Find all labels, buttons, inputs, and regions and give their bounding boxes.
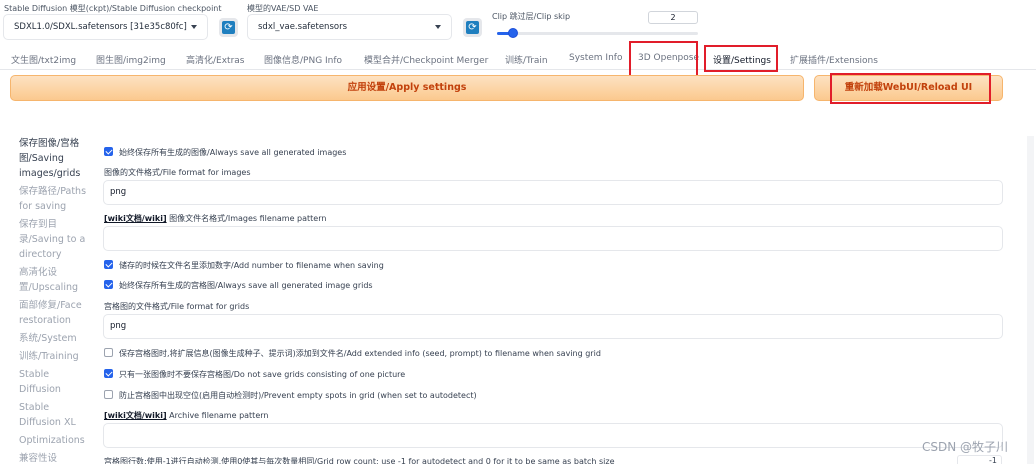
- clip-skip-input[interactable]: 2: [648, 11, 698, 24]
- setting-save-all[interactable]: 始终保存所有生成的图像/Always save all generated im…: [104, 147, 346, 158]
- highlight-box-settings: [704, 45, 778, 72]
- setting-prevent-empty[interactable]: 防止宫格图中出现空位(启用自动检测时)/Prevent empty spots …: [104, 390, 477, 401]
- tab-system-info[interactable]: System Info: [569, 53, 622, 63]
- clip-skip-slider-knob[interactable]: [508, 28, 519, 38]
- refresh-checkpoint-button[interactable]: ⟳: [219, 18, 238, 37]
- checkpoint-value: SDXL1.0/SDXL.safetensors [31e35c80fc]: [14, 22, 187, 32]
- watermark: CSDN @牧子川: [922, 440, 1009, 454]
- refresh-icon: ⟳: [466, 21, 479, 34]
- nav-item-system[interactable]: 系统/System: [19, 331, 91, 346]
- filename-pattern-label: [wiki文档/wiki] 图像文件名格式/Images filename pa…: [104, 214, 327, 223]
- archive-pattern-label: [wiki文档/wiki] Archive filename pattern: [104, 411, 269, 420]
- wiki-link[interactable]: [wiki文档/wiki]: [104, 411, 167, 420]
- chevron-down-icon: [191, 25, 197, 29]
- grid-format-label: 宫格图的文件格式/File format for grids: [104, 302, 250, 311]
- refresh-vae-button[interactable]: ⟳: [463, 18, 482, 37]
- vae-value: sdxl_vae.safetensors: [258, 22, 347, 32]
- setting-extended-info[interactable]: 保存宫格图时,将扩展信息(图像生成种子、提示词)添加到文件名/Add exten…: [104, 348, 601, 359]
- tab-extras[interactable]: 高清化/Extras: [186, 53, 244, 66]
- checkpoint-label: Stable Diffusion 模型(ckpt)/Stable Diffusi…: [4, 4, 222, 13]
- tab-png-info[interactable]: 图像信息/PNG Info: [264, 53, 342, 66]
- setting-add-number[interactable]: 储存的时候在文件名里添加数字/Add number to filename wh…: [104, 260, 384, 271]
- vae-label: 模型的VAE/SD VAE: [247, 4, 319, 13]
- nav-item-stable-diffusion[interactable]: Stable Diffusion: [19, 367, 91, 397]
- clip-skip-label: Clip 跳过层/Clip skip: [492, 12, 571, 21]
- checkbox-unchecked[interactable]: [104, 390, 113, 399]
- file-format-label: 图像的文件格式/File format for images: [104, 168, 251, 177]
- checkbox-checked[interactable]: [104, 280, 113, 289]
- nav-item-saving-directory[interactable]: 保存到目录/Saving to a directory: [19, 217, 91, 262]
- tab-extensions[interactable]: 扩展插件/Extensions: [790, 53, 878, 66]
- chevron-down-icon: [435, 25, 441, 29]
- refresh-icon: ⟳: [222, 21, 235, 34]
- grid-format-input[interactable]: png: [103, 314, 1003, 339]
- scrollbar[interactable]: [1027, 136, 1034, 464]
- nav-item-optimizations[interactable]: Optimizations: [19, 433, 91, 448]
- nav-item-sdxl[interactable]: Stable Diffusion XL: [19, 400, 91, 430]
- nav-item-face-restoration[interactable]: 面部修复/Face restoration: [19, 298, 91, 328]
- archive-pattern-input[interactable]: [103, 423, 1003, 448]
- checkbox-checked[interactable]: [104, 260, 113, 269]
- wiki-link[interactable]: [wiki文档/wiki]: [104, 214, 167, 223]
- checkbox-unchecked[interactable]: [104, 348, 113, 357]
- file-format-input[interactable]: png: [103, 180, 1003, 205]
- tab-checkpoint-merger[interactable]: 模型合并/Checkpoint Merger: [364, 53, 488, 66]
- setting-no-single-grid[interactable]: 只有一张图像时不要保存宫格图/Do not save grids consist…: [104, 369, 405, 380]
- tab-train[interactable]: 训练/Train: [505, 53, 548, 66]
- clip-skip-slider[interactable]: [497, 32, 698, 35]
- apply-settings-button[interactable]: 应用设置/Apply settings: [10, 75, 804, 101]
- filename-pattern-input[interactable]: [103, 226, 1003, 251]
- tab-bar: 文生图/txt2img 图生图/img2img 高清化/Extras 图像信息/…: [0, 50, 1036, 70]
- checkbox-checked[interactable]: [104, 369, 113, 378]
- checkbox-checked[interactable]: [104, 147, 113, 156]
- nav-item-training[interactable]: 训练/Training: [19, 349, 91, 364]
- settings-nav: 保存图像/宫格图/Saving images/grids 保存路径/Paths …: [19, 136, 91, 464]
- nav-item-upscaling[interactable]: 高清化设置/Upscaling: [19, 265, 91, 295]
- nav-item-saving-images[interactable]: 保存图像/宫格图/Saving images/grids: [19, 136, 91, 181]
- vae-select[interactable]: sdxl_vae.safetensors: [247, 14, 452, 40]
- tab-img2img[interactable]: 图生图/img2img: [96, 53, 166, 66]
- highlight-box-reload: [830, 73, 991, 104]
- nav-item-compatibility[interactable]: 兼容性设: [19, 451, 91, 464]
- grid-rows-input[interactable]: -1: [957, 455, 1002, 464]
- checkpoint-select[interactable]: SDXL1.0/SDXL.safetensors [31e35c80fc]: [3, 14, 208, 40]
- nav-item-paths[interactable]: 保存路径/Paths for saving: [19, 184, 91, 214]
- setting-save-grids[interactable]: 始终保存所有生成的宫格图/Always save all generated i…: [104, 280, 373, 291]
- tab-txt2img[interactable]: 文生图/txt2img: [11, 53, 76, 66]
- grid-rows-label: 宫格图行数;使用-1进行自动检测,使用0使其与每次数量相同/Grid row c…: [104, 457, 615, 464]
